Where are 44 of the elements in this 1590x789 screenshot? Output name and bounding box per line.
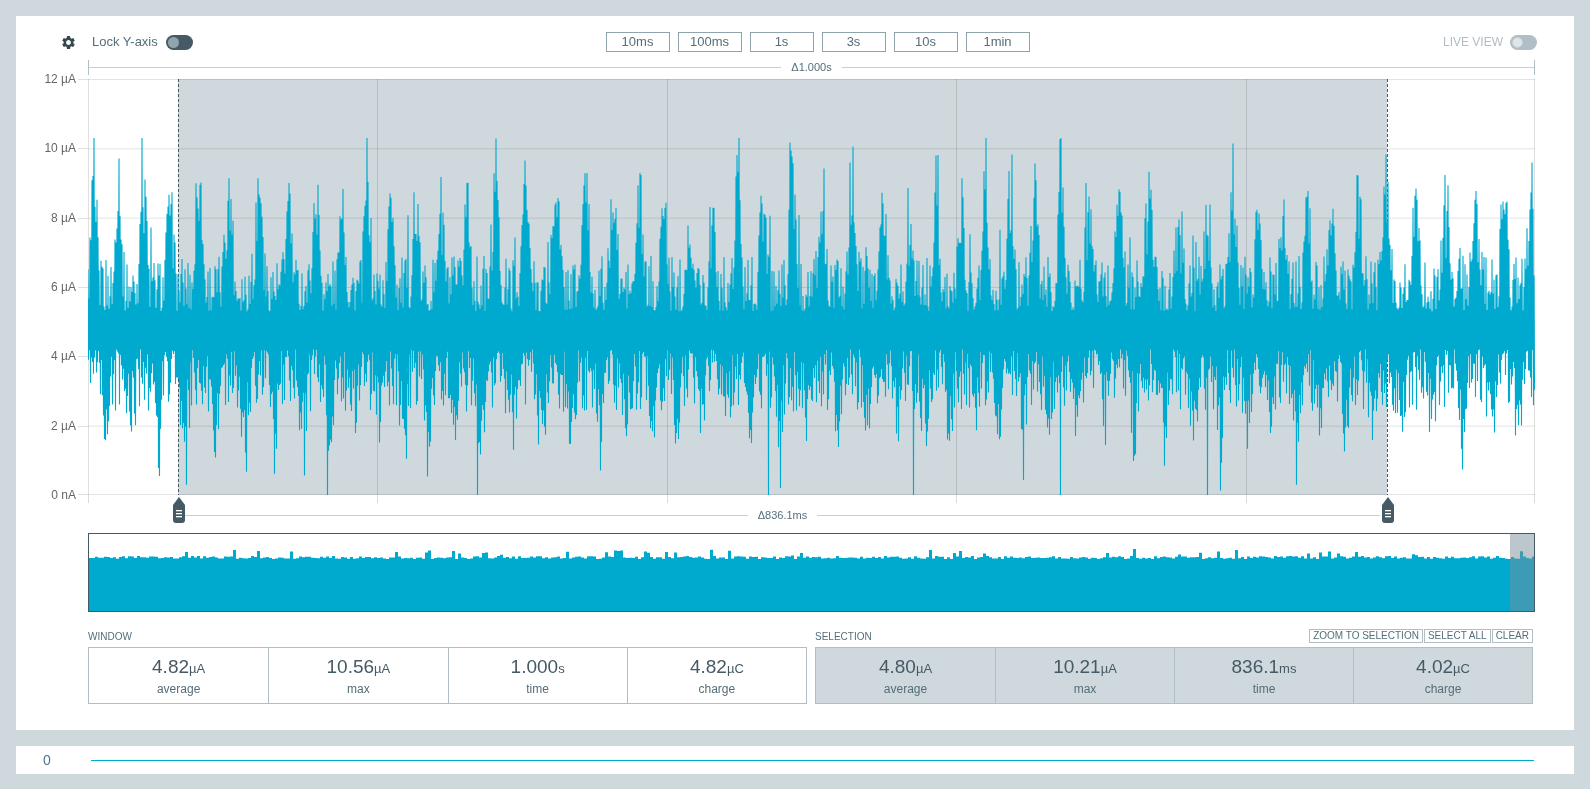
axis-label: 0 nA bbox=[51, 488, 76, 502]
time-range-button[interactable]: 100ms bbox=[677, 32, 742, 52]
stat-value: 4.02µC bbox=[1416, 655, 1470, 679]
selection-handle[interactable] bbox=[172, 497, 185, 523]
time-range-button[interactable]: 10ms bbox=[605, 32, 670, 52]
section-title: SELECTION bbox=[815, 631, 872, 643]
axis-label: 12 µA bbox=[44, 72, 76, 86]
stat-value: 4.82µC bbox=[689, 655, 744, 679]
stat-value: 4.82µA bbox=[152, 655, 206, 679]
selection-handle[interactable] bbox=[1381, 497, 1394, 523]
time-range-button[interactable]: 1min bbox=[965, 32, 1030, 52]
stat-label: time bbox=[1252, 681, 1276, 696]
stat-label: charge bbox=[1424, 681, 1462, 696]
settings-icon[interactable] bbox=[62, 35, 75, 49]
action-button[interactable]: CLEAR bbox=[1491, 629, 1533, 643]
axis-label: 10 µA bbox=[44, 141, 76, 156]
time-range-button[interactable]: 3s bbox=[821, 32, 886, 52]
axis-label: 6 µA bbox=[51, 280, 76, 294]
axis-label: 8 µA bbox=[51, 210, 76, 225]
row-label: 0 bbox=[43, 752, 51, 768]
stat-label: max bbox=[1073, 681, 1097, 696]
stat-value: 10.21µA bbox=[1053, 655, 1117, 679]
stat-label: max bbox=[347, 681, 370, 696]
stat-label: charge bbox=[698, 681, 736, 696]
toggle-label: Lock Y-axis bbox=[92, 34, 158, 50]
action-button[interactable]: ZOOM TO SELECTION bbox=[1309, 629, 1423, 643]
toggle-label: LIVE VIEW bbox=[1442, 34, 1503, 50]
section-title: WINDOW bbox=[88, 631, 132, 643]
axis-label: 4 µA bbox=[51, 349, 76, 364]
time-range-button[interactable]: 10s bbox=[893, 32, 958, 52]
time-range-button[interactable]: 1s bbox=[749, 32, 814, 52]
duration-label: Δ1.000s bbox=[790, 61, 833, 74]
axis-label: 2 µA bbox=[51, 418, 76, 433]
action-button[interactable]: SELECT ALL bbox=[1423, 629, 1491, 643]
duration-label: Δ836.1ms bbox=[756, 508, 809, 522]
stat-value: 4.80µA bbox=[878, 655, 933, 679]
stat-label: time bbox=[526, 681, 549, 696]
overview-minimap[interactable] bbox=[88, 533, 1535, 612]
toggle-switch[interactable] bbox=[165, 34, 193, 50]
stat-value: 1.000s bbox=[510, 655, 565, 679]
stat-value: 10.56µA bbox=[326, 655, 391, 679]
stat-label: average bbox=[156, 681, 201, 696]
stat-value: 836.1ms bbox=[1231, 655, 1297, 679]
stat-label: average bbox=[883, 681, 928, 696]
